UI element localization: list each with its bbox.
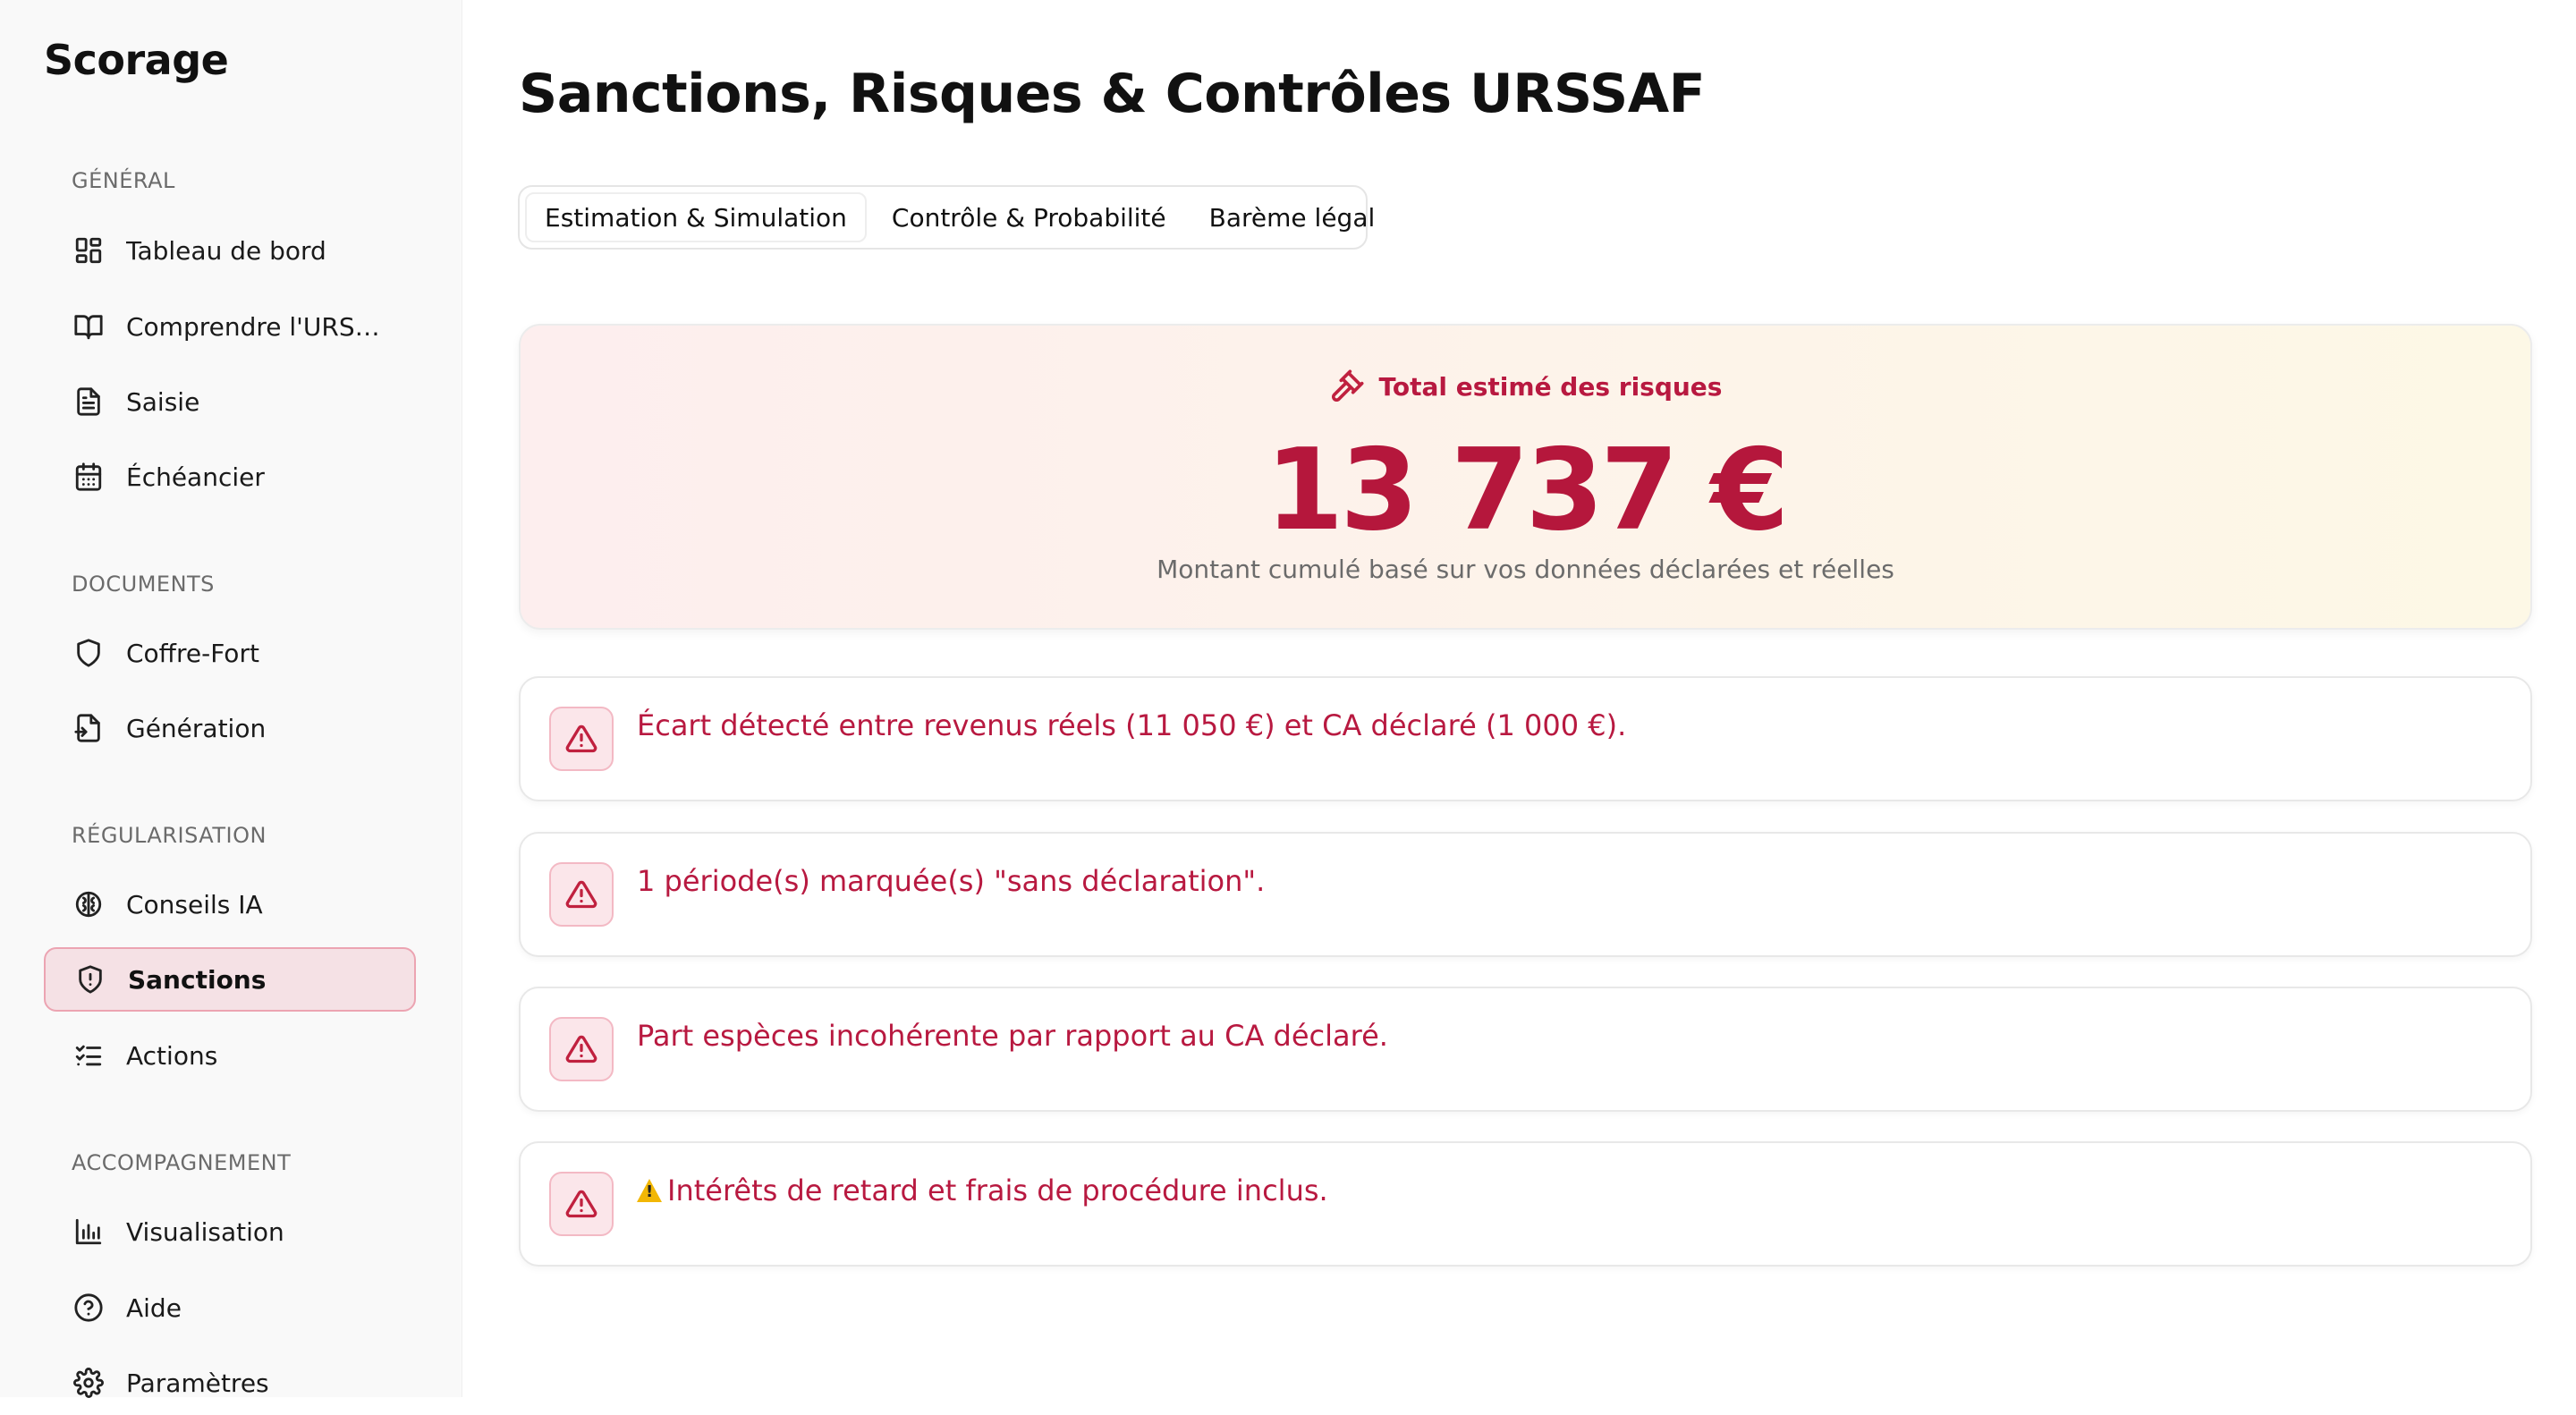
sidebar-item-label: Actions — [126, 1040, 218, 1071]
total-risk-amount: 13 737 € — [1265, 424, 1790, 555]
alert-triangle-icon — [549, 862, 614, 927]
risk-alert-card: Part espèces incohérente par rapport au … — [519, 987, 2532, 1112]
alert-triangle-icon — [549, 707, 614, 771]
sidebar-item-label: Génération — [126, 713, 267, 743]
shield-icon — [72, 637, 105, 669]
tab-bareme-legal[interactable]: Barème légal — [1191, 194, 1394, 241]
section-title-accompagnement: ACCOMPAGNEMENT — [72, 1150, 292, 1175]
document-icon — [72, 386, 105, 418]
sidebar-item-label: Saisie — [126, 386, 200, 417]
section-title-general: GÉNÉRAL — [72, 168, 175, 193]
gavel-icon — [1331, 369, 1364, 402]
brand-logo[interactable]: Scorage — [44, 36, 229, 84]
shield-alert-icon — [74, 963, 106, 996]
sidebar-item-sanctions[interactable]: Sanctions — [44, 947, 416, 1012]
file-export-icon — [72, 712, 105, 744]
brain-icon — [72, 888, 105, 920]
section-title-regularisation: RÉGULARISATION — [72, 823, 267, 848]
calendar-icon — [72, 461, 105, 493]
list-checks-icon — [72, 1039, 105, 1072]
sidebar-item-visualisation[interactable]: Visualisation — [44, 1199, 416, 1264]
sidebar-item-label: Comprendre l'URSSAF — [126, 311, 386, 342]
sidebar-item-parametres[interactable]: Paramètres — [44, 1351, 416, 1415]
help-circle-icon — [72, 1292, 105, 1324]
total-risk-header: Total estimé des risques — [521, 369, 2530, 404]
section-title-documents: DOCUMENTS — [72, 572, 215, 597]
total-risk-subtitle: Montant cumulé basé sur vos données décl… — [1157, 555, 1894, 584]
sidebar-item-label: Coffre-Fort — [126, 638, 259, 668]
sidebar-item-label: Tableau de bord — [126, 235, 326, 266]
sidebar-item-coffre-fort[interactable]: Coffre-Fort — [44, 621, 416, 685]
tab-bar: Estimation & Simulation Contrôle & Proba… — [518, 185, 1375, 250]
sidebar-item-dashboard[interactable]: Tableau de bord — [44, 218, 416, 283]
sidebar-item-label: Échéancier — [126, 462, 265, 492]
alert-triangle-icon — [549, 1172, 614, 1236]
sidebar-item-label: Sanctions — [128, 964, 267, 995]
risk-alert-card: Intérêts de retard et frais de procédure… — [519, 1141, 2532, 1267]
gear-icon — [72, 1367, 105, 1399]
sidebar-item-conseils-ia[interactable]: Conseils IA — [44, 872, 416, 936]
tab-controle-probabilite[interactable]: Contrôle & Probabilité — [874, 194, 1184, 241]
book-icon — [72, 310, 105, 343]
alert-text-row: Intérêts de retard et frais de procédure… — [637, 1174, 1328, 1207]
sidebar-item-label: Conseils IA — [126, 889, 263, 919]
alert-text: 1 période(s) marquée(s) "sans déclaratio… — [637, 864, 1266, 898]
sidebar-item-saisie[interactable]: Saisie — [44, 369, 416, 434]
total-risk-label: Total estimé des risques — [1378, 371, 1723, 402]
sidebar-item-label: Visualisation — [126, 1216, 284, 1247]
total-risk-card: Total estimé des risques 13 737 € Montan… — [519, 324, 2532, 630]
alert-text: Écart détecté entre revenus réels (11 05… — [637, 708, 1627, 742]
sidebar-item-aide[interactable]: Aide — [44, 1275, 416, 1340]
sidebar: Scorage GÉNÉRAL Tableau de bord Comprend… — [0, 0, 462, 1398]
page-title: Sanctions, Risques & Contrôles URSSAF — [519, 63, 1706, 125]
alert-text: Part espèces incohérente par rapport au … — [637, 1019, 1388, 1053]
sidebar-item-generation[interactable]: Génération — [44, 696, 416, 760]
alert-triangle-icon — [549, 1017, 614, 1081]
risk-alert-card: Écart détecté entre revenus réels (11 05… — [519, 676, 2532, 801]
warning-emoji-icon — [637, 1179, 662, 1202]
sidebar-item-label: Paramètres — [126, 1368, 269, 1398]
bar-chart-icon — [72, 1216, 105, 1248]
sidebar-item-actions[interactable]: Actions — [44, 1023, 416, 1088]
sidebar-item-comprendre[interactable]: Comprendre l'URSSAF — [44, 294, 416, 359]
sidebar-item-echeancier[interactable]: Échéancier — [44, 445, 416, 509]
tab-estimation-simulation[interactable]: Estimation & Simulation — [525, 192, 867, 242]
risk-alert-card: 1 période(s) marquée(s) "sans déclaratio… — [519, 832, 2532, 957]
sidebar-item-label: Aide — [126, 1292, 182, 1323]
dashboard-icon — [72, 234, 105, 267]
alert-text: Intérêts de retard et frais de procédure… — [667, 1174, 1328, 1207]
